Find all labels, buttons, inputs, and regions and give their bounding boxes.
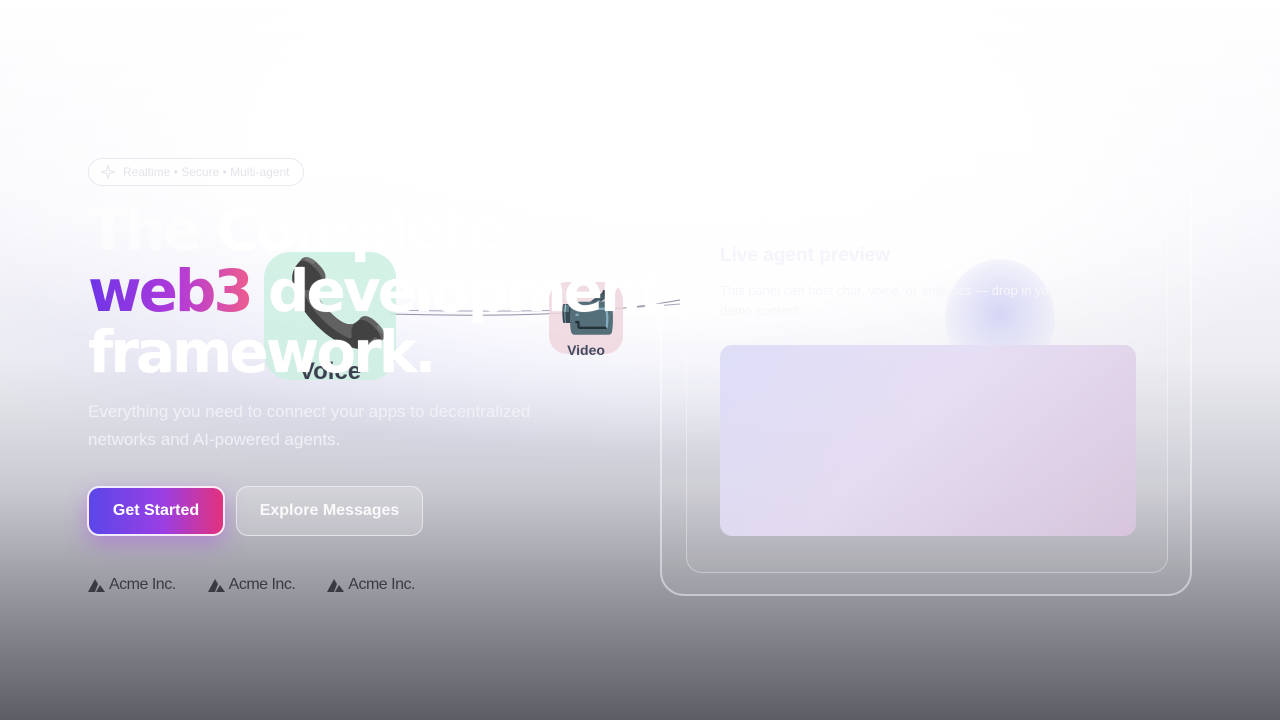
preview-panel: Live agent preview This panel can host c… xyxy=(660,172,1192,596)
hero-heading: The Complete web3 development framework. xyxy=(88,200,666,386)
partner-logo: Acme Inc. xyxy=(207,576,296,594)
acme-logo-icon xyxy=(88,579,105,592)
hero-subtitle: Everything you need to connect your apps… xyxy=(88,402,531,449)
get-started-button[interactable]: Get Started xyxy=(87,486,225,536)
preview-content-area xyxy=(720,345,1136,536)
partner-logo: Acme Inc. xyxy=(88,576,176,594)
heading-line-1: The Complete xyxy=(88,200,663,261)
sparkle-icon xyxy=(101,165,115,179)
acme-logo-icon xyxy=(207,579,225,592)
preview-title: Live agent preview xyxy=(720,245,891,266)
preview-description: This panel can host chat, voice, or anal… xyxy=(720,283,1061,318)
heading-line-1-pre: The xyxy=(88,196,202,264)
partner-logos: Acme Inc. Acme Inc. Acme Inc. xyxy=(88,576,415,594)
logo-text: Acme Inc. xyxy=(109,576,176,593)
heading-highlight: web3 xyxy=(88,257,254,325)
heading-line-1-post: Complete xyxy=(216,196,506,264)
heading-line-2: web3 development xyxy=(88,261,666,322)
logo-text: Acme Inc. xyxy=(348,576,415,593)
explore-messages-button[interactable]: Explore Messages xyxy=(236,486,423,536)
heading-line-3: framework. xyxy=(88,318,436,386)
feature-pill: Realtime • Secure • Multi-agent xyxy=(88,158,305,186)
acme-logo-icon xyxy=(327,579,345,592)
logo-text: Acme Inc. xyxy=(228,576,296,593)
pill-text: Realtime • Secure • Multi-agent xyxy=(123,165,290,179)
preview-inner-frame: Live agent preview This panel can host c… xyxy=(686,198,1168,573)
heading-line-2-post: development xyxy=(268,257,666,325)
partner-logo: Acme Inc. xyxy=(327,576,415,594)
